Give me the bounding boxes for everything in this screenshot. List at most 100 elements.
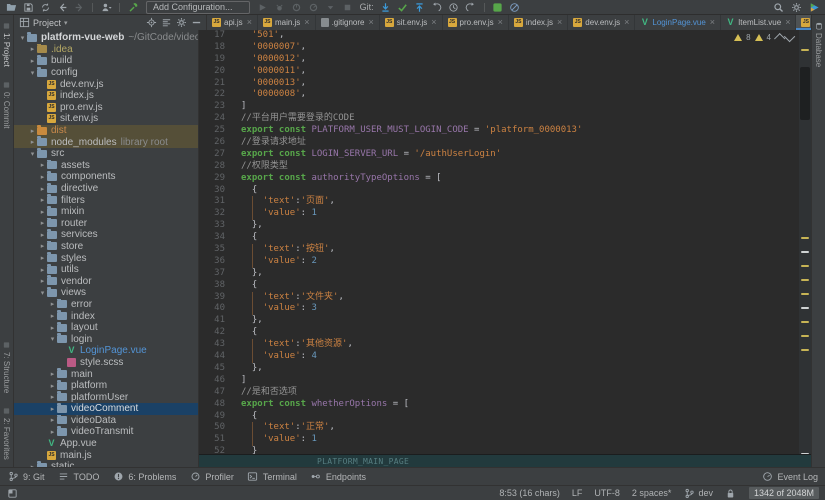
stripe-mark[interactable] <box>801 321 809 323</box>
tab-commonConstants.js[interactable]: JScommonConstants.js× <box>796 15 811 30</box>
tree-chevron-icon[interactable]: ▸ <box>38 242 47 250</box>
fold-gutter[interactable] <box>225 446 241 454</box>
fold-gutter[interactable] <box>225 375 241 387</box>
tree-item-LoginPage-vue[interactable]: VLoginPage.vue <box>14 345 198 357</box>
fold-gutter[interactable] <box>225 30 241 42</box>
ide-logo-icon[interactable] <box>808 1 820 13</box>
tab-index.js[interactable]: JSindex.js× <box>509 15 568 30</box>
settings-gear-icon[interactable] <box>790 1 802 13</box>
tree-item-index-js[interactable]: JSindex.js <box>14 90 198 102</box>
tree-item-config[interactable]: ▾config <box>14 67 198 79</box>
statusbar-file-encoding[interactable]: UTF-8 <box>594 488 620 498</box>
close-icon[interactable]: × <box>498 18 503 27</box>
tree-item-videoData[interactable]: ▸videoData <box>14 415 198 427</box>
tree-item-pro-env-js[interactable]: JSpro.env.js <box>14 102 198 114</box>
tree-item--idea[interactable]: ▸.idea <box>14 44 198 56</box>
fold-gutter[interactable] <box>225 256 241 268</box>
git-commit-icon[interactable] <box>397 1 409 13</box>
tree-chevron-icon[interactable]: ▸ <box>38 208 47 216</box>
stripe-mark[interactable] <box>801 265 809 267</box>
fold-gutter[interactable] <box>225 125 241 137</box>
forward-icon[interactable] <box>73 1 85 13</box>
fold-gutter[interactable] <box>225 232 241 244</box>
error-stripe-scrollbar[interactable] <box>799 30 811 454</box>
tree-chevron-icon[interactable]: ▸ <box>48 370 57 378</box>
tree-chevron-icon[interactable]: ▸ <box>38 277 47 285</box>
tree-item-src[interactable]: ▾src <box>14 148 198 160</box>
tool-window-button-terminal[interactable]: Terminal <box>247 471 297 483</box>
save-all-icon[interactable] <box>22 1 34 13</box>
stop-icon[interactable] <box>342 1 354 13</box>
tool-stripe-button--favorites[interactable]: 2: Favorites <box>2 400 11 467</box>
fold-gutter[interactable] <box>225 220 241 232</box>
tool-stripe-button-database[interactable]: Database <box>814 15 823 74</box>
close-icon[interactable]: × <box>431 18 436 27</box>
git-push-icon[interactable] <box>414 1 426 13</box>
tree-chevron-icon[interactable]: ▸ <box>38 196 47 204</box>
tree-chevron-icon[interactable]: ▸ <box>48 312 57 320</box>
statusbar-caret-position[interactable]: 8:53 (16 chars) <box>499 488 560 498</box>
tree-item-store[interactable]: ▸store <box>14 241 198 253</box>
tree-chevron-icon[interactable]: ▸ <box>48 405 57 413</box>
tab-ItemList.vue[interactable]: VItemList.vue× <box>721 15 796 30</box>
user-profile-icon[interactable] <box>100 1 112 13</box>
tree-item-mixin[interactable]: ▸mixin <box>14 206 198 218</box>
fold-gutter[interactable] <box>225 434 241 446</box>
tree-chevron-icon[interactable]: ▾ <box>28 150 37 158</box>
undo-icon[interactable] <box>465 1 477 13</box>
tree-item-login[interactable]: ▾login <box>14 333 198 345</box>
fold-gutter[interactable] <box>225 66 241 78</box>
tree-chevron-icon[interactable]: ▸ <box>38 161 47 169</box>
stripe-mark[interactable] <box>801 293 809 295</box>
tool-stripe-button--project[interactable]: 1: Project <box>2 15 11 74</box>
memory-indicator[interactable]: 1342 of 2048M <box>749 487 819 499</box>
tree-item-dist[interactable]: ▸dist <box>14 125 198 137</box>
fold-gutter[interactable] <box>225 113 241 125</box>
statusbar-line-ending[interactable]: LF <box>572 488 583 498</box>
tool-window-button--git[interactable]: 9: Git <box>7 471 45 483</box>
tree-item-index[interactable]: ▸index <box>14 310 198 322</box>
stripe-mark[interactable] <box>801 251 809 253</box>
fold-gutter[interactable] <box>225 54 241 66</box>
search-icon[interactable] <box>772 1 784 13</box>
tree-chevron-icon[interactable]: ▸ <box>48 428 57 436</box>
tree-chevron-icon[interactable]: ▸ <box>48 416 57 424</box>
tree-item-directive[interactable]: ▸directive <box>14 183 198 195</box>
tab-pro.env.js[interactable]: JSpro.env.js× <box>443 15 509 30</box>
tree-item-styles[interactable]: ▸styles <box>14 252 198 264</box>
stripe-mark[interactable] <box>801 279 809 281</box>
tree-chevron-icon[interactable]: ▸ <box>48 300 57 308</box>
caret-down-icon[interactable] <box>325 1 337 13</box>
tree-item-platformUser[interactable]: ▸platformUser <box>14 391 198 403</box>
fold-gutter[interactable] <box>225 422 241 434</box>
tree-item-build[interactable]: ▸build <box>14 55 198 67</box>
fold-gutter[interactable] <box>225 173 241 185</box>
tree-item-sit-env-js[interactable]: JSsit.env.js <box>14 113 198 125</box>
stripe-mark[interactable] <box>801 237 809 239</box>
tree-chevron-icon[interactable]: ▸ <box>48 382 57 390</box>
tree-chevron-icon[interactable]: ▸ <box>48 324 57 332</box>
fold-gutter[interactable] <box>225 101 241 113</box>
stripe-mark[interactable] <box>801 307 809 309</box>
locate-icon[interactable] <box>145 17 157 29</box>
fold-gutter[interactable] <box>225 363 241 375</box>
fold-gutter[interactable] <box>225 303 241 315</box>
tree-chevron-icon[interactable]: ▾ <box>38 289 47 297</box>
project-panel-title[interactable]: Project <box>33 18 61 28</box>
tree-item-layout[interactable]: ▸layout <box>14 322 198 334</box>
scrollbar-thumb[interactable] <box>800 67 810 120</box>
tree-item-vendor[interactable]: ▸vendor <box>14 275 198 287</box>
fold-gutter[interactable] <box>225 339 241 351</box>
tree-chevron-icon[interactable]: ▾ <box>18 34 27 42</box>
tool-stripe-button--commit[interactable]: 0: Commit <box>2 74 11 135</box>
tree-chevron-icon[interactable]: ▾ <box>28 69 37 77</box>
tree-chevron-icon[interactable]: ▸ <box>28 127 37 135</box>
tree-item-services[interactable]: ▸services <box>14 229 198 241</box>
tool-window-button-todo[interactable]: TODO <box>58 471 100 483</box>
tree-item-utils[interactable]: ▸utils <box>14 264 198 276</box>
tree-chevron-icon[interactable]: ▸ <box>28 138 37 146</box>
tool-window-button-profiler[interactable]: Profiler <box>189 471 234 483</box>
fold-gutter[interactable] <box>225 411 241 423</box>
chevron-down-icon[interactable]: ▾ <box>64 19 68 27</box>
tab-sit.env.js[interactable]: JSsit.env.js× <box>380 15 443 30</box>
